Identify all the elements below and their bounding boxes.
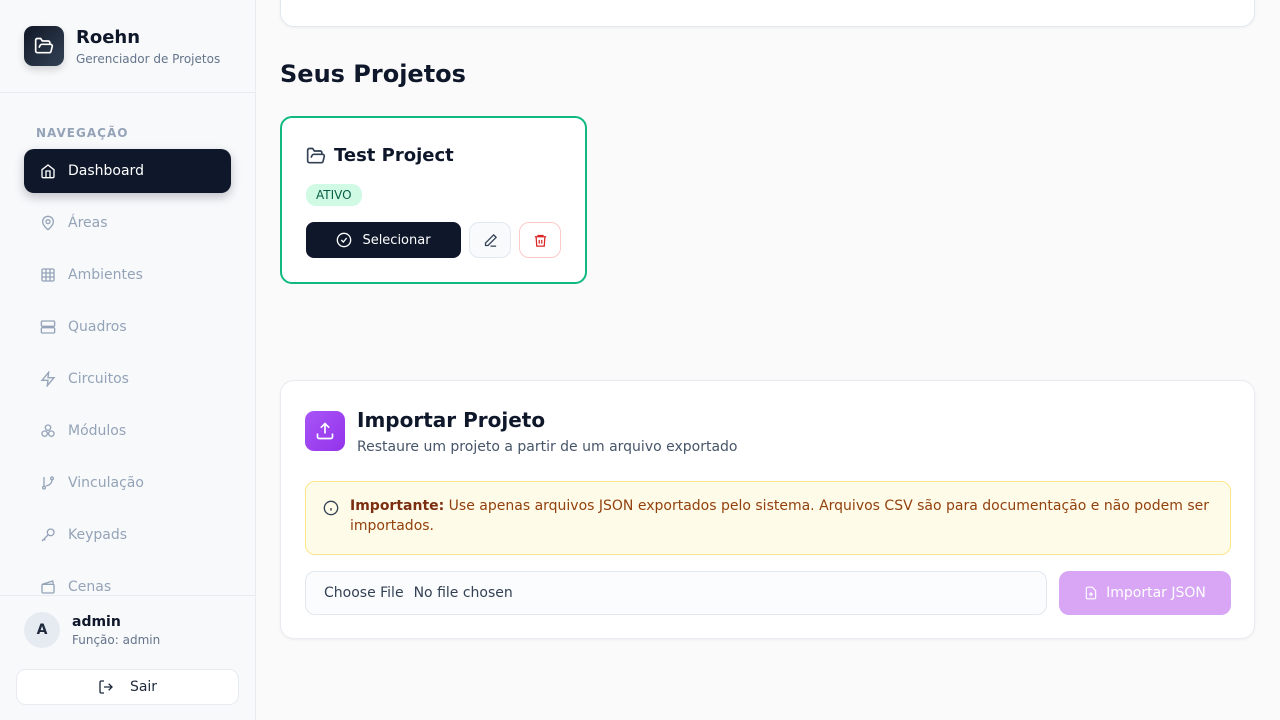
user-role: Função: admin (72, 633, 161, 647)
upload-icon (305, 411, 345, 451)
info-icon (323, 500, 339, 516)
nav-item-keypads[interactable]: Keypads (24, 513, 231, 557)
file-input[interactable]: Choose File No file chosen (305, 571, 1047, 615)
file-upload-icon (1085, 586, 1097, 600)
brand: Roehn Gerenciador de Projetos (0, 0, 255, 93)
nav-label: Vinculação (68, 475, 144, 491)
nav-label: Cenas (68, 579, 112, 595)
nav-label: Módulos (68, 423, 127, 439)
zap-icon (40, 371, 56, 387)
import-subtitle: Restaure um projeto a partir de um arqui… (357, 439, 738, 455)
alert-message: Use apenas arquivos JSON exportados pelo… (350, 498, 1209, 534)
nav-menu: Dashboard Áreas Ambientes Quadros Circui… (24, 149, 231, 617)
top-card (280, 0, 1255, 27)
user-name: admin (72, 614, 121, 630)
nav-section-label: NAVEGAÇÃO (36, 126, 129, 140)
app-subtitle: Gerenciador de Projetos (76, 51, 221, 66)
import-card: Importar Projeto Restaure um projeto a p… (280, 380, 1255, 639)
project-card: Test Project ATIVO Selecionar (280, 116, 587, 284)
grid-icon (41, 268, 55, 282)
status-badge: ATIVO (306, 184, 362, 206)
key-icon (41, 528, 55, 542)
nav-label: Ambientes (68, 267, 143, 283)
edit-project-button[interactable] (469, 222, 511, 258)
folder-open-icon (24, 26, 64, 66)
import-alert: Importante: Use apenas arquivos JSON exp… (305, 481, 1231, 555)
nav-item-ambientes[interactable]: Ambientes (24, 253, 231, 297)
avatar: A (24, 612, 60, 648)
pencil-icon (484, 233, 497, 247)
nav-item-vinculacao[interactable]: Vinculação (24, 461, 231, 505)
home-icon (41, 164, 55, 179)
map-pin-icon (41, 215, 55, 231)
project-name: Test Project (334, 145, 454, 166)
nav-item-circuitos[interactable]: Circuitos (24, 357, 231, 401)
alert-bold: Importante: (350, 498, 445, 514)
nav-label: Dashboard (68, 163, 144, 179)
alert-text: Importante: Use apenas arquivos JSON exp… (350, 496, 1214, 536)
projects-heading: Seus Projetos (280, 60, 466, 88)
import-button-label: Importar JSON (1106, 585, 1206, 601)
nav-label: Áreas (68, 215, 108, 231)
check-circle-icon (337, 232, 352, 248)
app-name: Roehn (76, 26, 141, 48)
sidebar: Roehn Gerenciador de Projetos NAVEGAÇÃO … (0, 0, 256, 720)
user-panel: A admin Função: admin Sair (0, 595, 255, 720)
import-title: Importar Projeto (357, 408, 546, 432)
nav-item-areas[interactable]: Áreas (24, 201, 231, 245)
logout-label: Sair (129, 679, 158, 695)
folder-open-icon (306, 147, 326, 163)
nav-item-dashboard[interactable]: Dashboard (24, 149, 231, 193)
file-status: No file chosen (413, 585, 513, 601)
select-project-button[interactable]: Selecionar (306, 222, 461, 258)
log-out-icon (99, 680, 113, 694)
nav-item-quadros[interactable]: Quadros (24, 305, 231, 349)
git-branch-icon (42, 476, 54, 490)
nav-label: Circuitos (68, 371, 129, 387)
nav-label: Quadros (68, 319, 127, 335)
select-label: Selecionar (362, 232, 431, 248)
import-json-button[interactable]: Importar JSON (1059, 571, 1231, 615)
trash-icon (534, 234, 546, 247)
delete-project-button[interactable] (519, 222, 561, 258)
boxes-icon (41, 424, 55, 437)
nav-item-modulos[interactable]: Módulos (24, 409, 231, 453)
nav-label: Keypads (68, 527, 128, 543)
logout-button[interactable]: Sair (16, 669, 239, 705)
server-icon (40, 320, 56, 334)
clapperboard-icon (41, 580, 55, 594)
choose-file-button[interactable]: Choose File (324, 585, 404, 601)
